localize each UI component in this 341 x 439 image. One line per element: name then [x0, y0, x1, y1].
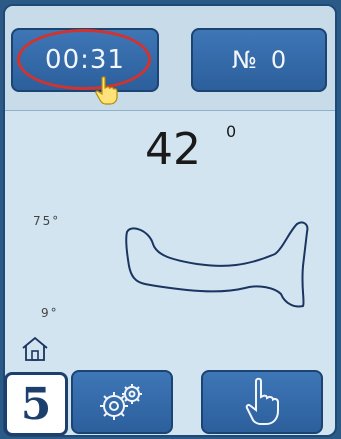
- angle-readout: 42: [145, 124, 201, 175]
- gears-icon: [100, 384, 142, 420]
- angle-unit: 0: [226, 122, 237, 141]
- counter-label: №: [231, 46, 257, 74]
- step-number-badge: 5: [4, 372, 68, 436]
- leg-outline: [125, 221, 309, 308]
- hand-pointer-icon: [95, 76, 118, 105]
- counter-value: 0: [270, 46, 287, 74]
- timer-highlight-circle: [17, 29, 151, 90]
- home-icon[interactable]: [21, 336, 49, 362]
- hand-pointing-up-icon: [245, 377, 279, 425]
- counter-button[interactable]: № 0: [191, 28, 327, 92]
- min-angle-label: 9°: [41, 306, 59, 320]
- max-angle-label: 75°: [33, 214, 61, 228]
- device-frame: 00:31 № 0 42 0 75° 9° 5: [0, 0, 341, 439]
- manual-mode-button[interactable]: [201, 370, 323, 434]
- settings-button[interactable]: [71, 370, 173, 434]
